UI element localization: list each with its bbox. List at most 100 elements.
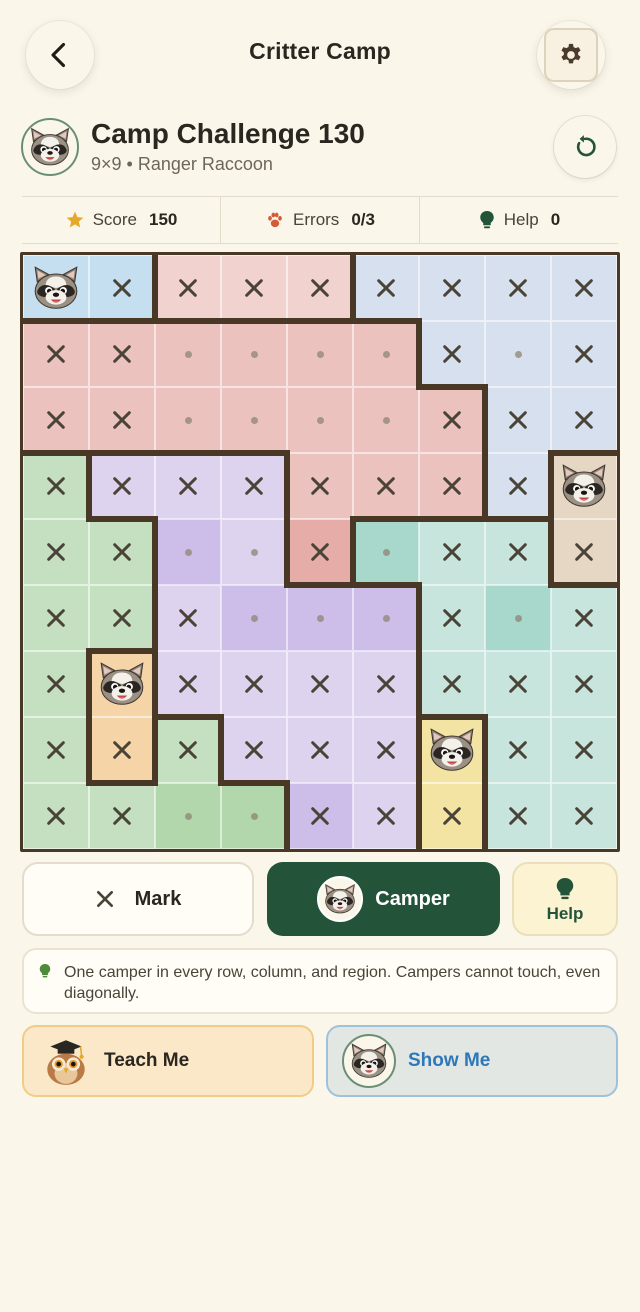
board-cell[interactable] [485, 585, 551, 651]
board-cell[interactable] [155, 585, 221, 651]
board-cell[interactable] [419, 717, 485, 783]
reset-button[interactable] [554, 116, 616, 178]
board-cell[interactable] [353, 717, 419, 783]
board-cell[interactable] [485, 453, 551, 519]
board-cell[interactable] [89, 387, 155, 453]
board-cell[interactable] [221, 585, 287, 651]
board-cell[interactable] [89, 255, 155, 321]
board-cell[interactable] [23, 255, 89, 321]
board-cell[interactable] [353, 453, 419, 519]
board-cell[interactable] [551, 453, 617, 519]
board-cell[interactable] [221, 255, 287, 321]
board-cell[interactable] [419, 651, 485, 717]
board-cell[interactable] [23, 585, 89, 651]
board-cell[interactable] [23, 453, 89, 519]
teach-me-button[interactable]: Teach Me [22, 1025, 314, 1097]
board-cell[interactable] [551, 255, 617, 321]
board-cell[interactable] [353, 783, 419, 849]
region-wall [416, 648, 422, 720]
board-cell[interactable] [23, 717, 89, 783]
board-cell[interactable] [89, 321, 155, 387]
board-cell[interactable] [23, 387, 89, 453]
board-cell[interactable] [89, 651, 155, 717]
board-cell[interactable] [221, 321, 287, 387]
board-cell[interactable] [89, 519, 155, 585]
board-cell[interactable] [353, 519, 419, 585]
board-cell[interactable] [353, 387, 419, 453]
board-cell[interactable] [89, 717, 155, 783]
board-cell[interactable] [287, 387, 353, 453]
board-cell[interactable] [221, 717, 287, 783]
board-cell[interactable] [287, 585, 353, 651]
board-cell[interactable] [23, 321, 89, 387]
board-cell[interactable] [221, 387, 287, 453]
mark-mode-button[interactable]: Mark [22, 862, 254, 936]
board-cell[interactable] [485, 255, 551, 321]
board-cell[interactable] [155, 651, 221, 717]
board-cell[interactable] [551, 387, 617, 453]
board-cell[interactable] [353, 651, 419, 717]
board-cell[interactable] [89, 453, 155, 519]
board-cell[interactable] [551, 783, 617, 849]
board-cell[interactable] [221, 651, 287, 717]
board-cell[interactable] [155, 717, 221, 783]
board-cell[interactable] [551, 585, 617, 651]
region-wall [482, 384, 488, 456]
board-cell[interactable] [551, 519, 617, 585]
board-cell[interactable] [419, 585, 485, 651]
board-cell[interactable] [353, 255, 419, 321]
x-mark-icon [375, 673, 397, 695]
board-cell[interactable] [287, 717, 353, 783]
board-cell[interactable] [221, 453, 287, 519]
camper-mode-button[interactable]: Camper [267, 862, 500, 936]
x-mark-icon [177, 277, 199, 299]
score-value: 150 [149, 210, 178, 229]
dot-mark [316, 614, 324, 622]
board-cell[interactable] [221, 783, 287, 849]
help-button[interactable]: Help [512, 862, 618, 936]
region-wall [152, 450, 224, 456]
board-cell[interactable] [287, 651, 353, 717]
board-cell[interactable] [155, 519, 221, 585]
x-mark-icon [573, 343, 595, 365]
dot-mark [316, 350, 324, 358]
board-cell[interactable] [485, 321, 551, 387]
board-cell[interactable] [155, 321, 221, 387]
mark-label: Mark [134, 887, 182, 910]
board-cell[interactable] [287, 519, 353, 585]
board-cell[interactable] [221, 519, 287, 585]
board-cell[interactable] [23, 651, 89, 717]
board-cell[interactable] [89, 585, 155, 651]
board-cell[interactable] [287, 783, 353, 849]
board-cell[interactable] [287, 321, 353, 387]
board-cell[interactable] [287, 255, 353, 321]
board-cell[interactable] [485, 519, 551, 585]
board-cell[interactable] [287, 453, 353, 519]
board-cell[interactable] [419, 255, 485, 321]
board-cell[interactable] [23, 519, 89, 585]
settings-button[interactable] [537, 21, 605, 89]
board-cell[interactable] [353, 585, 419, 651]
board-cell[interactable] [23, 783, 89, 849]
board-cell[interactable] [155, 387, 221, 453]
board-cell[interactable] [485, 717, 551, 783]
board-cell[interactable] [485, 651, 551, 717]
board-cell[interactable] [419, 321, 485, 387]
board-cell[interactable] [89, 783, 155, 849]
board-cell[interactable] [155, 783, 221, 849]
region-wall [284, 582, 356, 588]
show-me-button[interactable]: Show Me [326, 1025, 618, 1097]
board-cell[interactable] [155, 453, 221, 519]
board-cell[interactable] [155, 255, 221, 321]
board-cell[interactable] [419, 519, 485, 585]
board-cell[interactable] [419, 387, 485, 453]
board-cell[interactable] [485, 783, 551, 849]
x-mark-icon [243, 277, 265, 299]
board-cell[interactable] [551, 717, 617, 783]
board-cell[interactable] [485, 387, 551, 453]
board-cell[interactable] [419, 783, 485, 849]
board-cell[interactable] [419, 453, 485, 519]
board-cell[interactable] [353, 321, 419, 387]
board-cell[interactable] [551, 651, 617, 717]
board-cell[interactable] [551, 321, 617, 387]
